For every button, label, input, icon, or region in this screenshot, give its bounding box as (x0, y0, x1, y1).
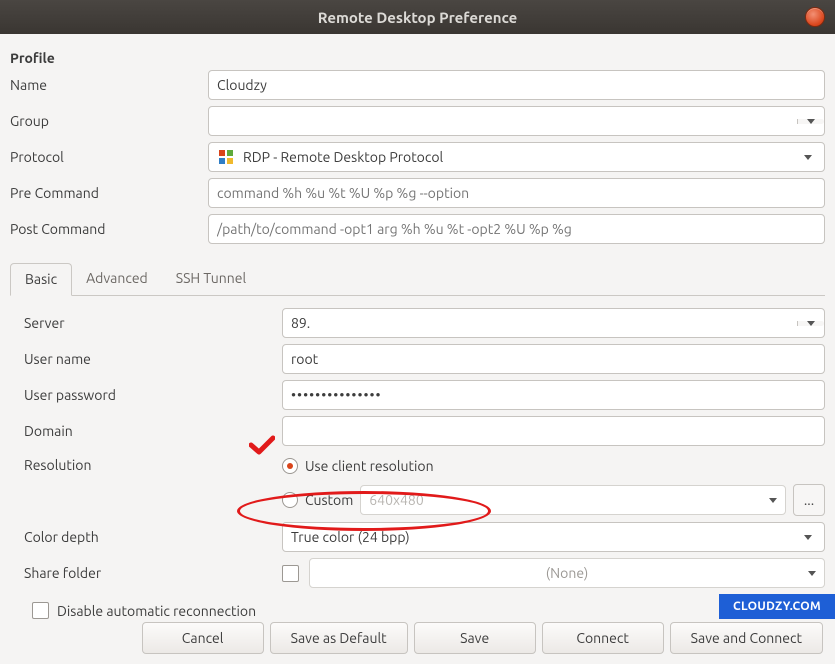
radio-use-client-resolution[interactable] (282, 458, 298, 474)
cancel-button[interactable]: Cancel (142, 622, 264, 654)
label-sharefolder: Share folder (24, 565, 282, 581)
rdp-icon (217, 148, 235, 166)
custom-resolution-select[interactable]: 640x480 (360, 485, 786, 515)
postcommand-input[interactable] (208, 214, 825, 244)
tab-bar: Basic Advanced SSH Tunnel (10, 262, 825, 296)
section-profile-heading: Profile (10, 50, 825, 66)
dialog-body: Profile Name Group Protocol RDP - Remote (0, 34, 835, 627)
label-password: User password (24, 387, 282, 403)
disable-auto-reconnect-checkbox[interactable] (32, 602, 49, 619)
tab-basic[interactable]: Basic (10, 263, 72, 296)
group-combo[interactable] (208, 106, 825, 136)
watermark-badge: CLOUDZY.COM (719, 594, 835, 619)
username-input[interactable] (282, 344, 825, 374)
sharefolder-select[interactable]: (None) (309, 558, 825, 588)
chevron-down-icon (769, 498, 777, 503)
tab-ssh-tunnel[interactable]: SSH Tunnel (162, 263, 260, 296)
chevron-down-icon[interactable] (797, 321, 824, 326)
name-input[interactable] (208, 70, 825, 100)
label-group: Group (10, 113, 208, 129)
server-combo[interactable]: 89. (282, 308, 825, 338)
label-server: Server (24, 315, 282, 331)
radio-custom-resolution-label: Custom (305, 492, 353, 508)
save-and-connect-button[interactable]: Save and Connect (670, 622, 823, 654)
label-name: Name (10, 77, 208, 93)
domain-input[interactable] (282, 416, 825, 446)
window-root: Remote Desktop Preference Profile Name G… (0, 0, 835, 664)
group-combo-text (209, 107, 797, 135)
precommand-input[interactable] (208, 178, 825, 208)
tab-advanced[interactable]: Advanced (72, 263, 162, 296)
label-protocol: Protocol (10, 149, 208, 165)
connect-button[interactable]: Connect (542, 622, 664, 654)
label-domain: Domain (24, 423, 282, 439)
label-postcommand: Post Command (10, 221, 208, 237)
resolution-more-button[interactable]: ... (793, 484, 825, 516)
close-icon[interactable] (805, 7, 825, 27)
label-colordepth: Color depth (24, 529, 282, 545)
colordepth-combo[interactable]: True color (24 bpp) (282, 522, 825, 552)
disable-auto-reconnect-label: Disable automatic reconnection (57, 603, 256, 619)
chevron-down-icon[interactable] (797, 119, 824, 124)
chevron-down-icon[interactable] (800, 155, 816, 160)
window-title: Remote Desktop Preference (318, 9, 517, 26)
colordepth-combo-text: True color (24 bpp) (291, 529, 800, 545)
password-input[interactable] (282, 380, 825, 410)
save-button[interactable]: Save (414, 622, 536, 654)
label-resolution: Resolution (24, 452, 282, 473)
radio-custom-resolution[interactable] (282, 492, 298, 508)
server-combo-text: 89. (283, 309, 797, 337)
titlebar: Remote Desktop Preference (0, 0, 835, 34)
label-username: User name (24, 351, 282, 367)
chevron-down-icon (808, 571, 816, 576)
footer-button-bar: Cancel Save as Default Save Connect Save… (12, 622, 823, 654)
radio-use-client-resolution-label: Use client resolution (305, 458, 434, 474)
save-as-default-button[interactable]: Save as Default (270, 622, 408, 654)
protocol-combo-text: RDP - Remote Desktop Protocol (243, 149, 443, 165)
sharefolder-checkbox[interactable] (282, 565, 299, 582)
label-precommand: Pre Command (10, 185, 208, 201)
chevron-down-icon[interactable] (800, 535, 816, 540)
protocol-combo[interactable]: RDP - Remote Desktop Protocol (208, 142, 825, 172)
